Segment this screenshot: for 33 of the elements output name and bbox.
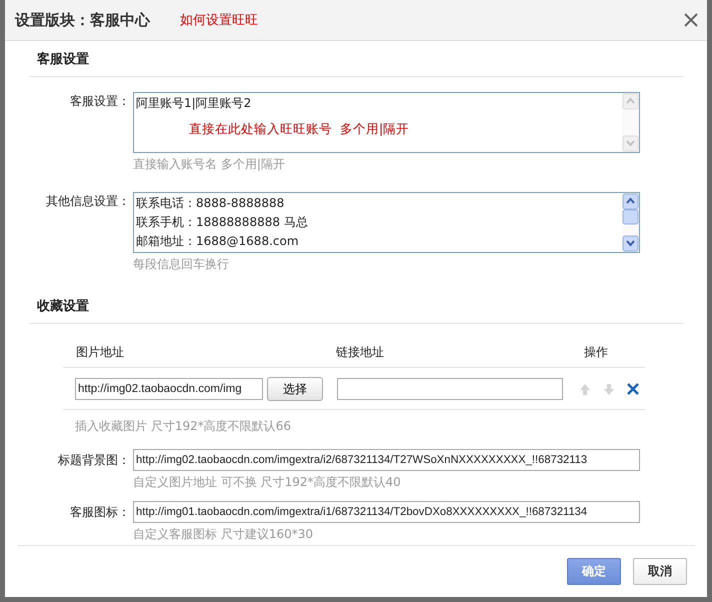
hint-text: 自定义图片地址 可不换 尺寸192*高度不限默认40 xyxy=(133,474,402,490)
column-header: 图片地址 xyxy=(76,344,125,361)
field-label: 客服设置： xyxy=(69,93,131,110)
hint-text: 直接输入账号名 多个用|隔开 xyxy=(133,156,286,172)
hint-text: 自定义客服图标 尺寸建议160*30 xyxy=(133,526,314,542)
delete-icon[interactable] xyxy=(625,381,641,397)
section-heading: 收藏设置 xyxy=(30,288,683,324)
annotation-text: 直接在此处输入旺旺账号 多个用|隔开 xyxy=(189,121,410,138)
column-header: 链接地址 xyxy=(336,344,385,361)
field-label: 其他信息设置： xyxy=(45,193,131,210)
link-url-field[interactable] xyxy=(337,378,563,400)
scrollbar-drawing[interactable] xyxy=(622,93,639,152)
cancel-button[interactable]: 取消 xyxy=(633,558,687,585)
text-line: 联系手机：18888888888 马总 xyxy=(136,214,309,231)
hint-text: 每段信息回车换行 xyxy=(133,256,230,272)
field-label: 客服图标： xyxy=(69,504,131,521)
text-line: 邮箱地址：1688@1688.com xyxy=(136,233,300,250)
choose-button[interactable]: 选择 xyxy=(267,377,323,401)
column-header: 操作 xyxy=(584,344,609,361)
help-link[interactable]: 如何设置旺旺 xyxy=(180,11,258,29)
dialog-title: 设置版块：客服中心 xyxy=(15,10,150,30)
hint-text: 插入收藏图片 尺寸192*高度不限默认66 xyxy=(75,418,292,434)
url-field[interactable]: http://img02.taobaocdn.com/imgextra/i2/687321134/T27WSoXnNXXXXXXXXX_!!68732113 xyxy=(133,449,640,471)
image-url-field[interactable]: http://img02.taobaocdn.com/img xyxy=(75,378,263,400)
text-line: 阿里账号1|阿里账号2 xyxy=(136,95,252,112)
text-area[interactable]: 阿里账号1|阿里账号2 直接在此处输入旺旺账号 多个用|隔开 xyxy=(133,92,640,153)
section-heading: 客服设置 xyxy=(30,41,683,77)
scrollbar-drawing[interactable] xyxy=(622,193,639,252)
url-field[interactable]: http://img01.taobaocdn.com/imgextra/i1/687321134/T2bovDXo8XXXXXXXXX_!!687321134 xyxy=(133,501,640,523)
text-area[interactable]: 联系电话：8888-8888888 联系手机：18888888888 马总 邮箱地址：1688@1688.com xyxy=(133,192,640,253)
text-line: 联系电话：8888-8888888 xyxy=(136,195,286,212)
field-label: 标题背景图： xyxy=(57,452,131,469)
close-icon[interactable] xyxy=(683,12,699,28)
